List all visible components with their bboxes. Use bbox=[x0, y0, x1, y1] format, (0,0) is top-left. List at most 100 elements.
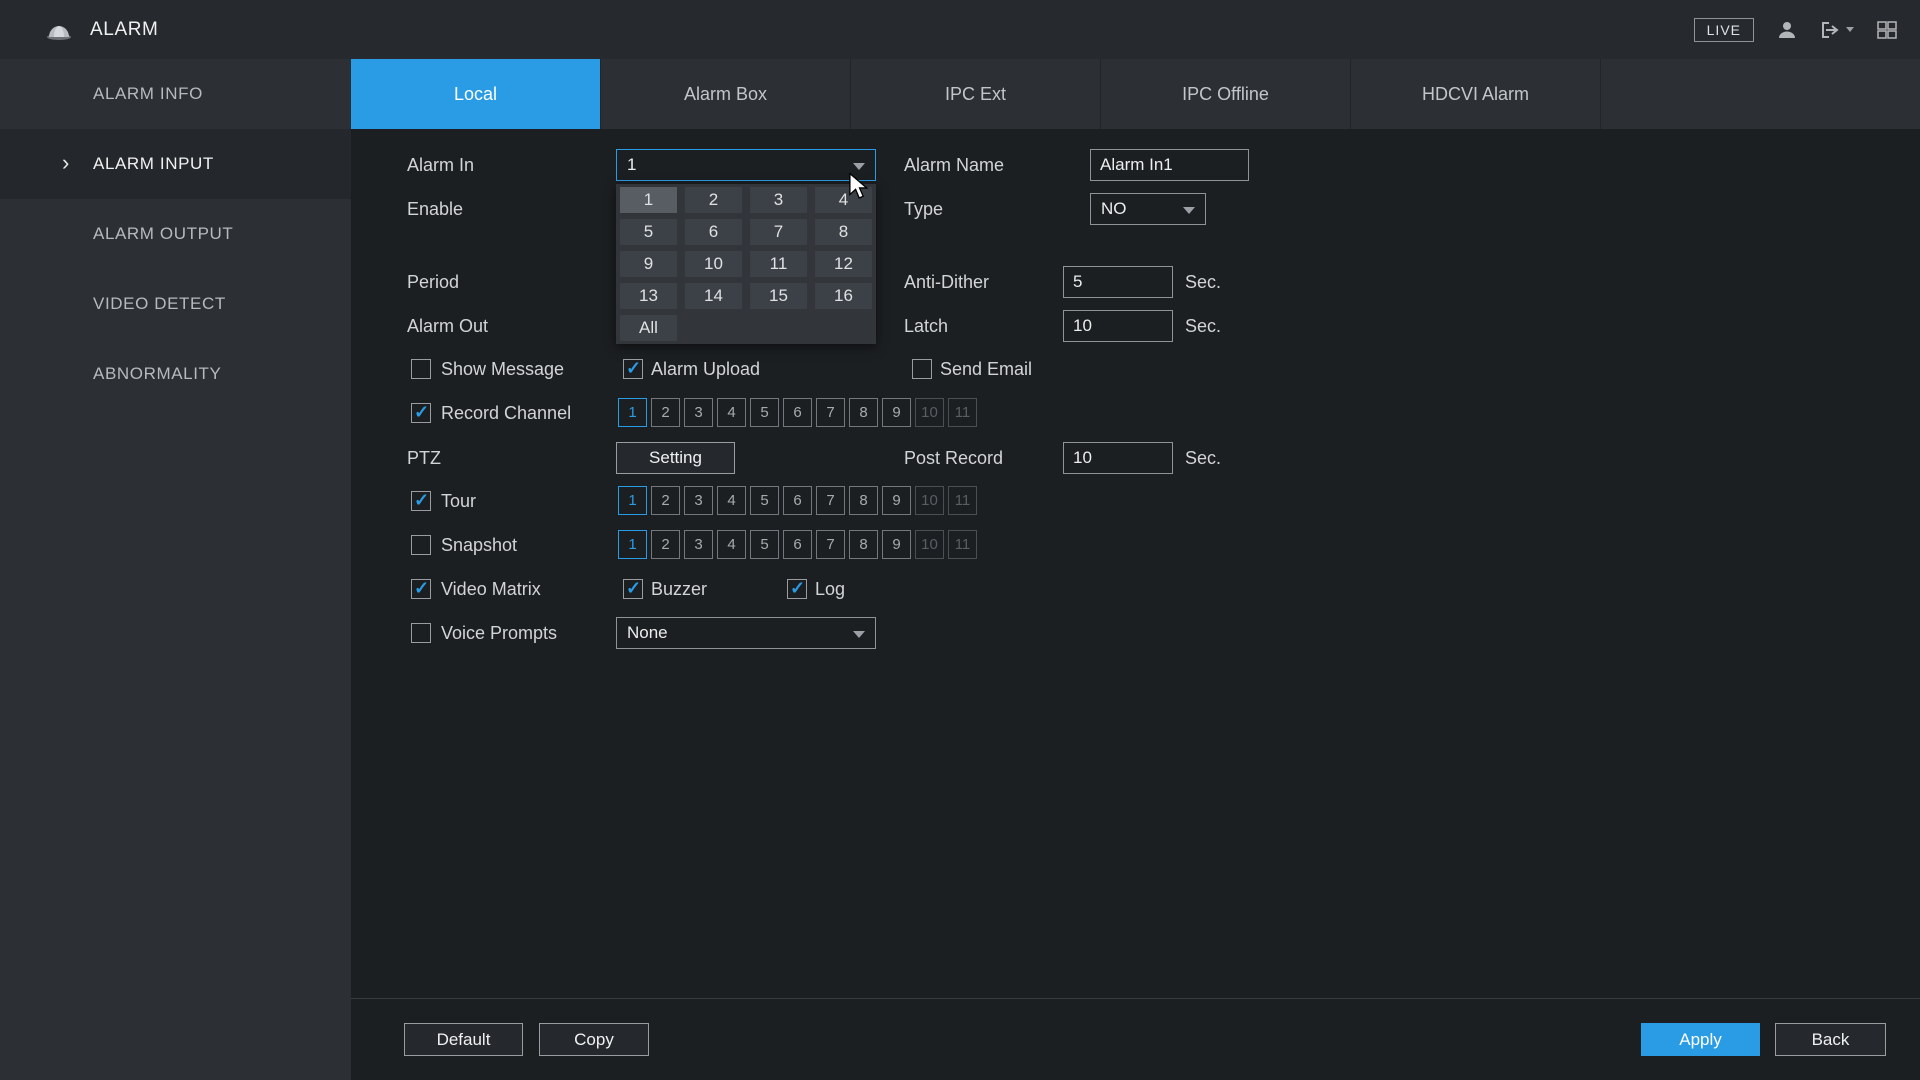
tour-label: Tour bbox=[441, 485, 476, 517]
post-record-input[interactable] bbox=[1063, 442, 1173, 474]
dropdown-option[interactable]: 4 bbox=[815, 187, 872, 213]
dropdown-option[interactable]: 3 bbox=[750, 187, 807, 213]
channel-button[interactable]: 5 bbox=[750, 530, 779, 559]
dropdown-option[interactable]: 12 bbox=[815, 251, 872, 277]
sidebar: ALARM INFO › ALARM INPUT ALARM OUTPUT VI… bbox=[0, 59, 351, 1080]
channel-button[interactable]: 9 bbox=[882, 486, 911, 515]
type-select[interactable]: NO bbox=[1090, 193, 1206, 225]
channel-button[interactable]: 8 bbox=[849, 398, 878, 427]
dropdown-option[interactable]: 8 bbox=[815, 219, 872, 245]
channel-button[interactable]: 6 bbox=[783, 530, 812, 559]
channel-button[interactable]: 10 bbox=[915, 486, 944, 515]
page-title: ALARM bbox=[90, 19, 158, 41]
dropdown-option-all[interactable]: All bbox=[620, 315, 677, 341]
dropdown-option[interactable]: 13 bbox=[620, 283, 677, 309]
log-checkbox[interactable] bbox=[787, 579, 807, 599]
sidebar-item-alarm-output[interactable]: ALARM OUTPUT bbox=[0, 199, 351, 269]
snapshot-checkbox[interactable] bbox=[411, 535, 431, 555]
logout-icon[interactable] bbox=[1820, 20, 1854, 40]
dropdown-option[interactable]: 5 bbox=[620, 219, 677, 245]
channel-button[interactable]: 4 bbox=[717, 486, 746, 515]
tab-local[interactable]: Local bbox=[351, 59, 601, 129]
ptz-setting-button[interactable]: Setting bbox=[616, 442, 735, 474]
chevron-down-icon bbox=[1183, 207, 1195, 214]
chevron-down-icon bbox=[853, 163, 865, 170]
dropdown-option[interactable]: 10 bbox=[685, 251, 742, 277]
dropdown-option[interactable]: 2 bbox=[685, 187, 742, 213]
live-button[interactable]: LIVE bbox=[1694, 18, 1754, 42]
dropdown-option[interactable]: 9 bbox=[620, 251, 677, 277]
row-voice-prompts: Voice Prompts None bbox=[351, 617, 1920, 649]
type-value: NO bbox=[1101, 199, 1127, 219]
row-video-matrix: Video Matrix Buzzer Log bbox=[351, 573, 1920, 605]
channel-button[interactable]: 2 bbox=[651, 530, 680, 559]
dropdown-option[interactable]: 1 bbox=[620, 187, 677, 213]
screen-grid-icon[interactable] bbox=[1876, 20, 1898, 40]
back-button[interactable]: Back bbox=[1775, 1023, 1886, 1056]
ptz-label: PTZ bbox=[407, 442, 441, 474]
sidebar-item-alarm-info[interactable]: ALARM INFO bbox=[0, 59, 351, 129]
channel-button[interactable]: 10 bbox=[915, 398, 944, 427]
apply-button[interactable]: Apply bbox=[1641, 1023, 1760, 1056]
send-email-label: Send Email bbox=[940, 353, 1032, 385]
alarm-name-input[interactable] bbox=[1090, 149, 1249, 181]
channel-button[interactable]: 1 bbox=[618, 530, 647, 559]
channel-button[interactable]: 7 bbox=[816, 398, 845, 427]
row-record-channel: Record Channel 1 2 3 4 5 6 7 8 9 10 11 bbox=[351, 397, 1920, 429]
channel-button[interactable]: 8 bbox=[849, 486, 878, 515]
voice-prompts-checkbox[interactable] bbox=[411, 623, 431, 643]
channel-button[interactable]: 3 bbox=[684, 486, 713, 515]
channel-button[interactable]: 1 bbox=[618, 486, 647, 515]
send-email-checkbox[interactable] bbox=[912, 359, 932, 379]
dropdown-option[interactable]: 7 bbox=[750, 219, 807, 245]
alarm-upload-checkbox[interactable] bbox=[623, 359, 643, 379]
user-icon[interactable] bbox=[1776, 19, 1798, 41]
period-label: Period bbox=[407, 266, 459, 298]
channel-button[interactable]: 6 bbox=[783, 398, 812, 427]
buzzer-checkbox[interactable] bbox=[623, 579, 643, 599]
channel-button[interactable]: 6 bbox=[783, 486, 812, 515]
channel-button[interactable]: 2 bbox=[651, 398, 680, 427]
tab-ipc-ext[interactable]: IPC Ext bbox=[851, 59, 1101, 129]
channel-button[interactable]: 3 bbox=[684, 398, 713, 427]
channel-button[interactable]: 5 bbox=[750, 398, 779, 427]
tour-checkbox[interactable] bbox=[411, 491, 431, 511]
default-button[interactable]: Default bbox=[404, 1023, 523, 1056]
channel-button[interactable]: 9 bbox=[882, 530, 911, 559]
alarm-in-select[interactable]: 1 bbox=[616, 149, 876, 181]
channel-button[interactable]: 10 bbox=[915, 530, 944, 559]
channel-button[interactable]: 8 bbox=[849, 530, 878, 559]
video-matrix-checkbox[interactable] bbox=[411, 579, 431, 599]
channel-button[interactable]: 7 bbox=[816, 530, 845, 559]
voice-prompts-select[interactable]: None bbox=[616, 617, 876, 649]
channel-button[interactable]: 11 bbox=[948, 486, 977, 515]
topbar: ALARM LIVE bbox=[0, 0, 1920, 59]
channel-button[interactable]: 7 bbox=[816, 486, 845, 515]
dropdown-option[interactable]: 16 bbox=[815, 283, 872, 309]
tab-ipc-offline[interactable]: IPC Offline bbox=[1101, 59, 1351, 129]
sidebar-item-abnormality[interactable]: ABNORMALITY bbox=[0, 339, 351, 409]
dropdown-option[interactable]: 11 bbox=[750, 251, 807, 277]
channel-button[interactable]: 4 bbox=[717, 530, 746, 559]
channel-button[interactable]: 11 bbox=[948, 398, 977, 427]
tab-hdcvi-alarm[interactable]: HDCVI Alarm bbox=[1351, 59, 1601, 129]
anti-dither-input[interactable] bbox=[1063, 266, 1173, 298]
sidebar-item-alarm-input[interactable]: › ALARM INPUT bbox=[0, 129, 351, 199]
dropdown-option[interactable]: 14 bbox=[685, 283, 742, 309]
channel-button[interactable]: 2 bbox=[651, 486, 680, 515]
copy-button[interactable]: Copy bbox=[539, 1023, 649, 1056]
channel-button[interactable]: 4 bbox=[717, 398, 746, 427]
sidebar-item-video-detect[interactable]: VIDEO DETECT bbox=[0, 269, 351, 339]
channel-button[interactable]: 3 bbox=[684, 530, 713, 559]
channel-button[interactable]: 11 bbox=[948, 530, 977, 559]
latch-input[interactable] bbox=[1063, 310, 1173, 342]
tab-alarm-box[interactable]: Alarm Box bbox=[601, 59, 851, 129]
channel-button[interactable]: 5 bbox=[750, 486, 779, 515]
record-channel-checkbox[interactable] bbox=[411, 403, 431, 423]
dropdown-option[interactable]: 6 bbox=[685, 219, 742, 245]
alarm-in-dropdown-panel: 1 2 3 4 5 6 7 8 9 10 11 12 13 14 15 16 A… bbox=[616, 184, 876, 344]
channel-button[interactable]: 9 bbox=[882, 398, 911, 427]
show-message-checkbox[interactable] bbox=[411, 359, 431, 379]
channel-button[interactable]: 1 bbox=[618, 398, 647, 427]
dropdown-option[interactable]: 15 bbox=[750, 283, 807, 309]
